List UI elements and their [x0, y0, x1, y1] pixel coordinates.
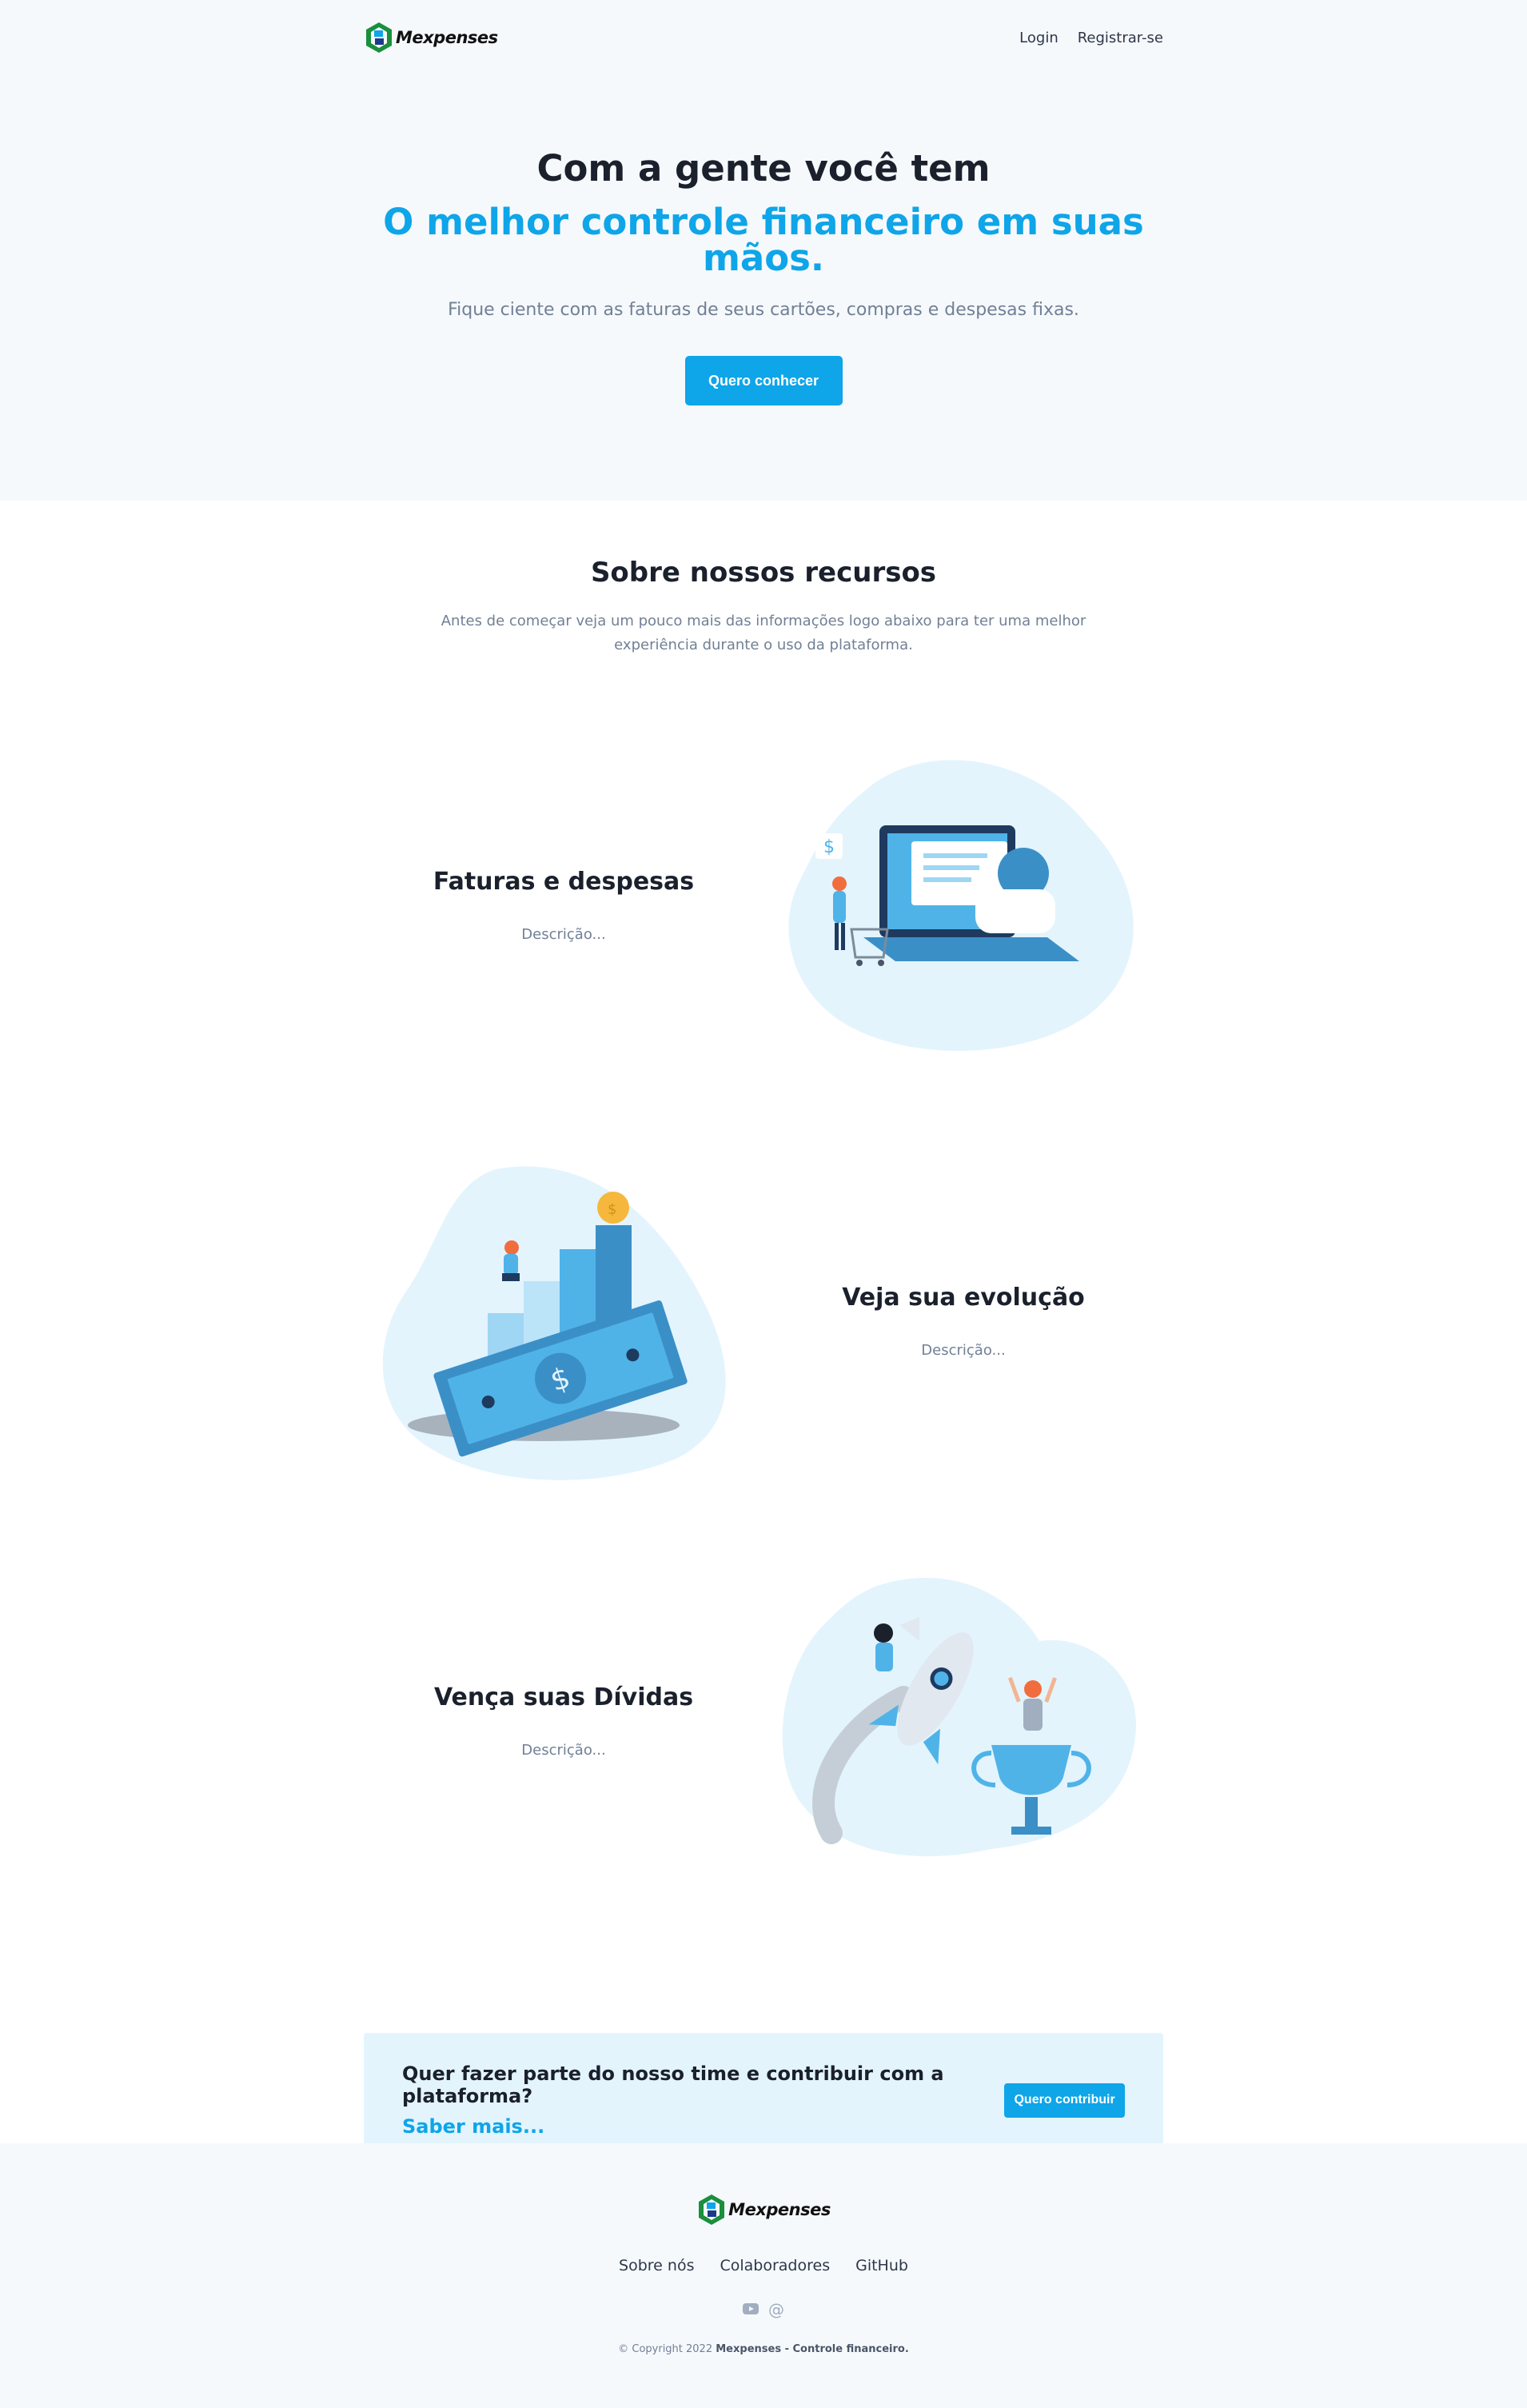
money-stairs-icon: $ $ [382, 1166, 726, 1480]
footer-link-about[interactable]: Sobre nós [619, 2257, 694, 2274]
laptop-invoice-icon: $ [788, 760, 1134, 1052]
feature-evolution: $ $ Veja sua evolução Descrição... [364, 1121, 1163, 1521]
feature-title: Vença suas Dívidas [433, 1683, 694, 1711]
rocket-trophy-icon [782, 1577, 1136, 1857]
brand-name: Mexpenses [728, 2200, 831, 2219]
top-nav: Mexpenses Login Registrar-se [364, 0, 1163, 75]
at-icon[interactable]: @ [768, 2300, 784, 2319]
debts-illustration [764, 1553, 1163, 1889]
feature-title: Faturas e despesas [433, 868, 695, 896]
register-link[interactable]: Registrar-se [1078, 30, 1163, 46]
invoices-illustration: $ [764, 737, 1163, 1073]
features-title: Sobre nossos recursos [590, 557, 937, 589]
hero-section: Mexpenses Login Registrar-se Com a gente… [0, 0, 1527, 501]
brand-logo[interactable]: Mexpenses [364, 21, 498, 54]
evolution-illustration: $ $ [364, 1153, 764, 1489]
hero-title-accent: O melhor controle financeiro em suas mão… [383, 201, 1144, 279]
learn-more-button[interactable]: Quero conhecer [684, 356, 843, 405]
footer: Mexpenses Sobre nós Colaboradores GitHub… [0, 2143, 1527, 2408]
feature-desc: Descrição... [521, 926, 606, 943]
feature-debts: Vença suas Dívidas Descrição... [364, 1521, 1163, 1921]
feature-desc: Descrição... [521, 1742, 606, 1759]
feature-invoices: Faturas e despesas Descrição... $ [364, 705, 1163, 1105]
features-section: Sobre nossos recursos Antes de começar v… [364, 501, 1163, 2167]
svg-text:$: $ [823, 837, 835, 857]
footer-logo[interactable]: Mexpenses [0, 2193, 1527, 2226]
svg-text:$: $ [608, 1201, 616, 1218]
logo-icon [366, 22, 392, 53]
feature-desc: Descrição... [921, 1342, 1006, 1359]
youtube-icon[interactable] [743, 2300, 759, 2319]
contribute-question: Quer fazer parte do nosso time e contrib… [402, 2063, 944, 2107]
hero-title: Com a gente você tem [536, 147, 991, 190]
brand-name: Mexpenses [396, 28, 498, 47]
footer-link-collaborators[interactable]: Colaboradores [720, 2257, 830, 2274]
features-subtitle: Antes de começar veja um pouco mais das … [441, 613, 1086, 653]
contribute-button[interactable]: Quero contribuir [1004, 2083, 1125, 2118]
footer-link-github[interactable]: GitHub [855, 2257, 908, 2274]
login-link[interactable]: Login [1019, 30, 1059, 46]
copyright: © Copyright 2022 Mexpenses - Controle fi… [618, 2343, 909, 2355]
learn-more-link[interactable]: Saber mais... [402, 2115, 1004, 2138]
logo-icon [699, 2194, 725, 2225]
hero-subtitle: Fique ciente com as faturas de seus cart… [448, 300, 1079, 320]
feature-title: Veja sua evolução [842, 1284, 1085, 1312]
